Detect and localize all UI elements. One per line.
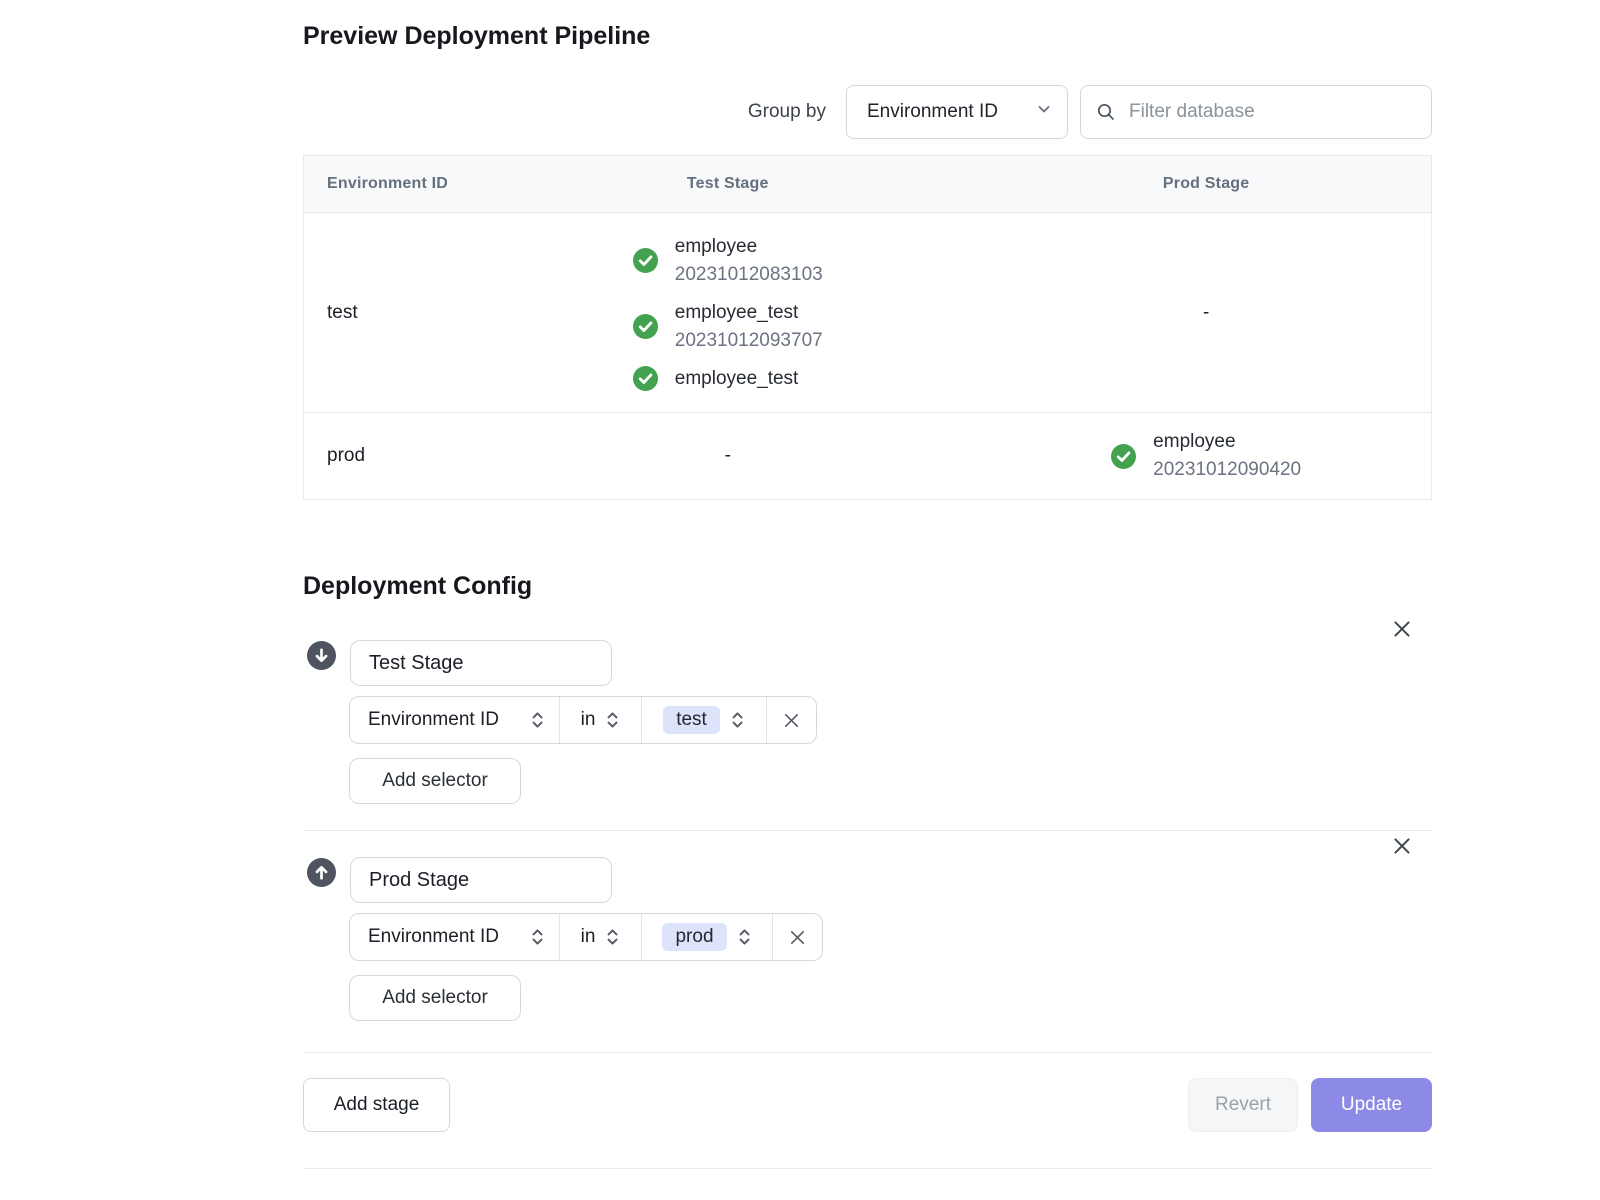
group-by-selected-value: Environment ID: [867, 101, 998, 123]
chevrons-up-down-icon: [605, 926, 620, 948]
arrow-down-circle-icon: [307, 641, 336, 670]
selector-operator-select[interactable]: in: [560, 914, 642, 960]
chevrons-up-down-icon: [530, 709, 545, 731]
page: Preview Deployment Pipeline Group by Env…: [0, 0, 1600, 1200]
stage-divider: [303, 830, 1432, 831]
selector-key-select[interactable]: Environment ID: [350, 697, 560, 743]
remove-selector-button[interactable]: [773, 914, 822, 960]
selector-operator-select[interactable]: in: [560, 697, 642, 743]
database-name: employee_test: [675, 299, 823, 327]
group-by-label: Group by: [748, 101, 826, 123]
empty-value: -: [1203, 302, 1209, 324]
database-item: employee_test 20231012093707: [633, 299, 823, 355]
update-button[interactable]: Update: [1311, 1078, 1432, 1132]
pipeline-table-header: Environment ID Test Stage Prod Stage: [304, 156, 1431, 213]
check-circle-icon: [633, 314, 658, 339]
search-icon: [1096, 102, 1116, 122]
remove-stage-button[interactable]: [1390, 617, 1414, 641]
chevron-down-icon: [1035, 100, 1053, 124]
add-stage-button[interactable]: Add stage: [303, 1078, 450, 1132]
page-title: Preview Deployment Pipeline: [303, 22, 650, 51]
move-stage-down-button[interactable]: [307, 641, 336, 670]
test-stage-cell: -: [474, 445, 981, 467]
check-circle-icon: [633, 248, 658, 273]
chevrons-up-down-icon: [730, 709, 745, 731]
environment-cell: test: [304, 302, 474, 324]
selector-value-pill: prod: [662, 923, 726, 951]
database-item: employee 20231012090420: [1111, 428, 1301, 484]
prod-stage-cell: -: [981, 302, 1431, 324]
database-timestamp: 20231012090420: [1153, 456, 1301, 484]
selector-value-select[interactable]: test: [642, 697, 767, 743]
deployment-config-title: Deployment Config: [303, 572, 532, 601]
chevrons-up-down-icon: [737, 926, 752, 948]
move-stage-up-button[interactable]: [307, 858, 336, 887]
check-circle-icon: [633, 366, 658, 391]
close-icon: [781, 710, 802, 731]
database-filter: [1080, 85, 1432, 139]
column-header-test-stage: Test Stage: [474, 175, 981, 193]
database-list: employee 20231012083103 employee_test 20…: [633, 233, 823, 393]
database-timestamp: 20231012083103: [675, 261, 823, 289]
prod-stage-cell: employee 20231012090420: [981, 428, 1431, 484]
selector-value-select[interactable]: prod: [642, 914, 773, 960]
remove-selector-button[interactable]: [767, 697, 816, 743]
database-item: employee_test: [633, 365, 823, 393]
check-circle-icon: [1111, 444, 1136, 469]
database-name: employee_test: [675, 365, 799, 393]
stage-name-input[interactable]: [350, 857, 612, 903]
chevrons-up-down-icon: [605, 709, 620, 731]
add-selector-button[interactable]: Add selector: [349, 975, 521, 1021]
footer-divider: [303, 1168, 1432, 1169]
pipeline-toolbar: Group by Environment ID: [303, 85, 1432, 139]
main-content: Preview Deployment Pipeline Group by Env…: [303, 0, 1432, 1200]
environment-cell: prod: [304, 445, 474, 467]
empty-value: -: [725, 445, 731, 467]
arrow-up-circle-icon: [307, 858, 336, 887]
selector-key-select[interactable]: Environment ID: [350, 914, 560, 960]
close-icon: [1390, 834, 1414, 858]
stage-name-input[interactable]: [350, 640, 612, 686]
table-row-test: test employee 20231012083103: [304, 213, 1431, 413]
database-name: employee: [1153, 428, 1301, 456]
table-row-prod: prod - employee 20231012090420: [304, 413, 1431, 499]
test-stage-cell: employee 20231012083103 employee_test 20…: [474, 233, 981, 393]
pipeline-table: Environment ID Test Stage Prod Stage tes…: [303, 155, 1432, 500]
remove-stage-button[interactable]: [1390, 834, 1414, 858]
add-selector-button[interactable]: Add selector: [349, 758, 521, 804]
chevrons-up-down-icon: [530, 926, 545, 948]
label-selector: Environment ID in test: [349, 696, 817, 744]
close-icon: [1390, 617, 1414, 641]
group-by-select[interactable]: Environment ID: [846, 85, 1068, 139]
close-icon: [787, 927, 808, 948]
column-header-environment-id: Environment ID: [304, 175, 474, 193]
selector-value-pill: test: [663, 706, 720, 734]
stage-divider: [303, 1052, 1432, 1053]
label-selector: Environment ID in prod: [349, 913, 823, 961]
database-name: employee: [675, 233, 823, 261]
database-item: employee 20231012083103: [633, 233, 823, 289]
revert-button[interactable]: Revert: [1188, 1078, 1298, 1132]
column-header-prod-stage: Prod Stage: [981, 175, 1431, 193]
database-timestamp: 20231012093707: [675, 327, 823, 355]
database-filter-input[interactable]: [1127, 100, 1417, 124]
